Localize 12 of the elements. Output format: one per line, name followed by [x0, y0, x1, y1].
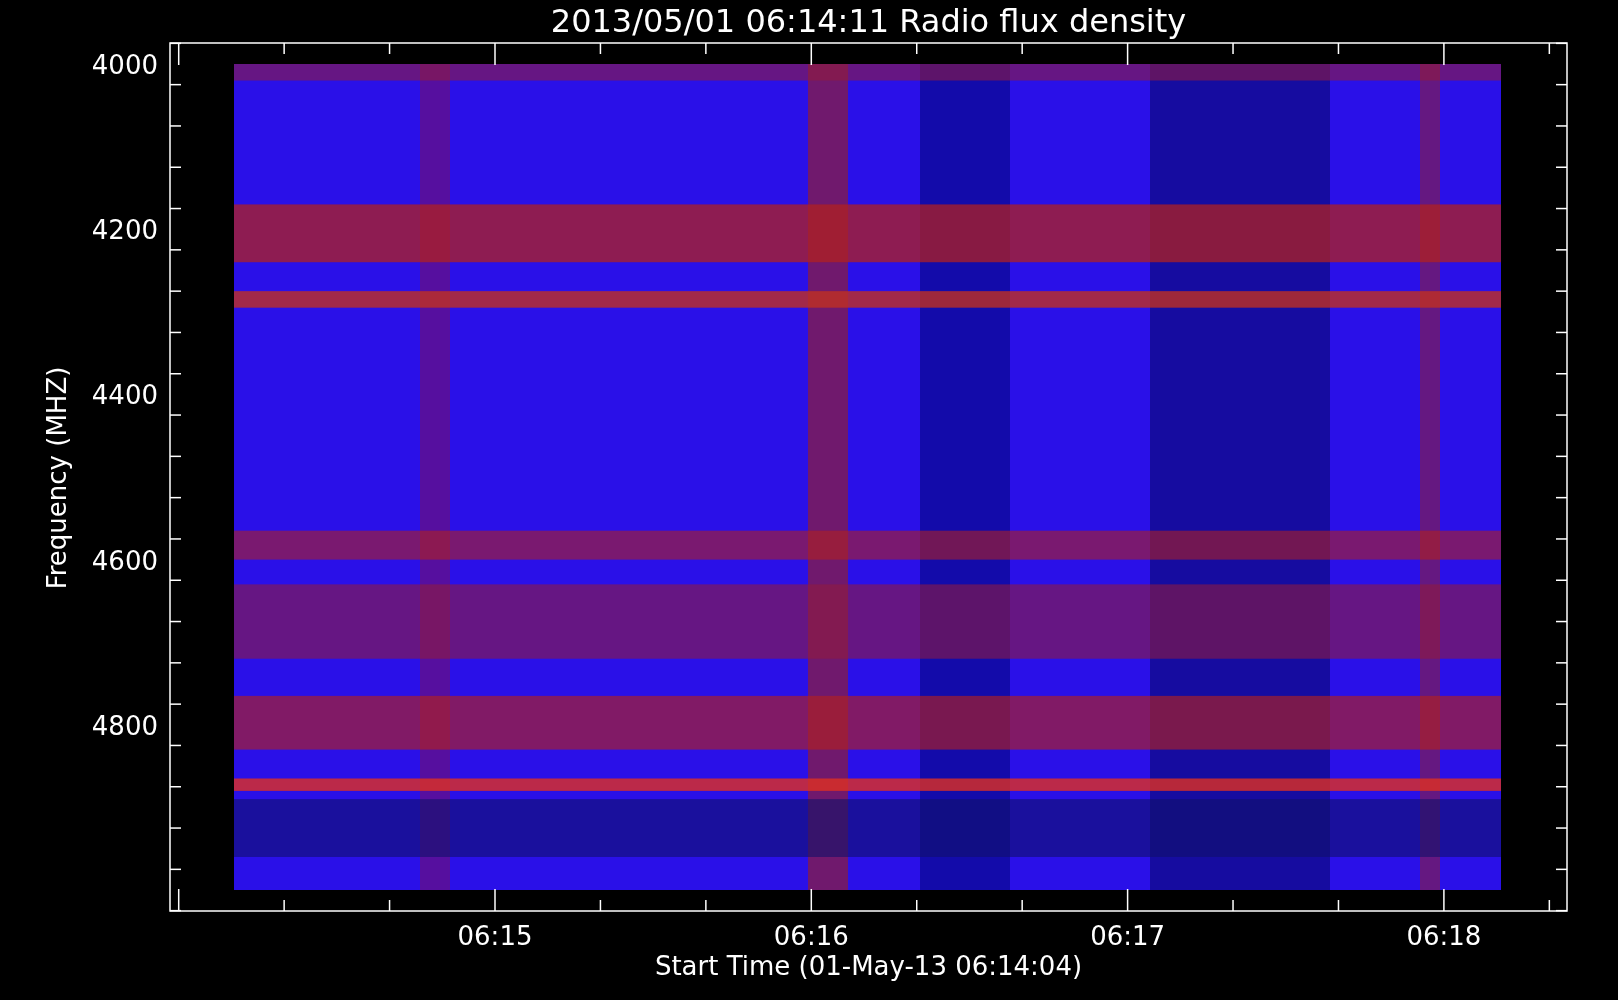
plot-title: 2013/05/01 06:14:11 Radio flux density: [550, 2, 1187, 40]
tick-label: 4400: [91, 380, 158, 411]
tick-label: 4200: [91, 215, 158, 246]
axis-label: Frequency (MHZ): [42, 366, 72, 590]
tick-label: 06:16: [773, 921, 849, 951]
tick-label: 06:17: [1090, 921, 1166, 951]
axis-label: Start Time (01-May-13 06:14:04): [654, 951, 1083, 981]
tick-label: 06:18: [1406, 921, 1482, 951]
tick-label: 4800: [91, 710, 158, 741]
tick-label: 4000: [91, 50, 158, 80]
tick-label: 4600: [91, 545, 158, 576]
tick-label: 06:15: [457, 921, 533, 951]
